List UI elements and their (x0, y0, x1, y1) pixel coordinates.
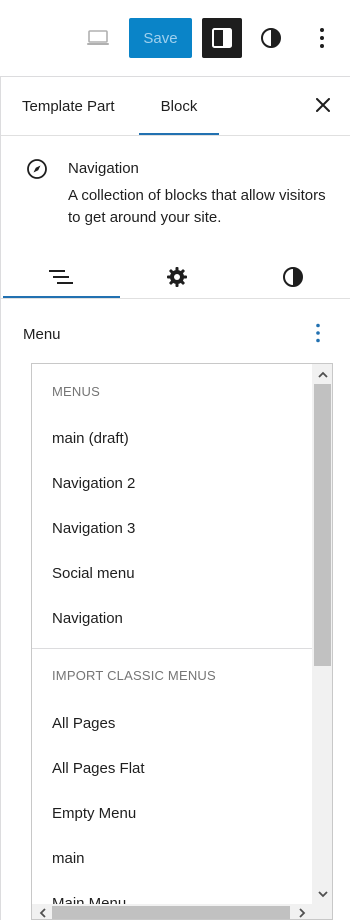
tab-template-part[interactable]: Template Part (22, 77, 115, 135)
scroll-down-button[interactable] (312, 884, 332, 904)
half-circle-icon (261, 28, 281, 48)
scroll-right-button[interactable] (292, 904, 312, 919)
vertical-scrollbar-thumb[interactable] (314, 384, 331, 666)
chevron-left-icon (39, 907, 46, 918)
menu-item[interactable]: Navigation 2 (52, 475, 135, 492)
close-sidebar-button[interactable] (309, 91, 337, 119)
menu-item[interactable]: Navigation 3 (52, 520, 135, 537)
active-tab-indicator (139, 133, 219, 135)
vertical-ellipsis-icon (316, 323, 320, 343)
editor-toolbar: Save (0, 0, 350, 76)
close-icon (316, 98, 330, 112)
laptop-icon (87, 30, 109, 45)
inspector-tabs (1, 257, 350, 299)
list-view-icon (49, 270, 73, 284)
classic-menu-item[interactable]: Main Menu (52, 895, 126, 904)
sidebar-tabs: Template Part Block (1, 77, 350, 136)
menu-item[interactable]: Social menu (52, 565, 135, 582)
block-card: Navigation A collection of blocks that a… (1, 136, 350, 236)
menu-options-button[interactable] (307, 320, 329, 346)
tab-styles[interactable] (235, 257, 350, 297)
more-options-button[interactable] (304, 20, 340, 56)
vertical-ellipsis-icon (320, 28, 324, 48)
chevron-down-icon (317, 890, 328, 897)
menu-select-dropdown: MENUS main (draft) Navigation 2 Navigati… (31, 363, 333, 920)
classic-menu-item[interactable]: All Pages Flat (52, 760, 145, 777)
menu-item[interactable]: main (draft) (52, 430, 129, 447)
dropdown-content: MENUS main (draft) Navigation 2 Navigati… (32, 364, 312, 904)
sidebar-toggle-icon (212, 28, 232, 48)
menu-item[interactable]: Navigation (52, 610, 123, 627)
active-inspector-tab-indicator (3, 296, 120, 298)
half-circle-icon (283, 267, 303, 287)
tab-list-view[interactable] (3, 257, 119, 297)
import-classic-menus-heading: IMPORT CLASSIC MENUS (52, 668, 216, 683)
tab-settings[interactable] (119, 257, 235, 297)
settings-toggle-button[interactable] (202, 18, 242, 58)
block-description: A collection of blocks that allow visito… (68, 187, 326, 226)
styles-button[interactable] (253, 20, 289, 56)
horizontal-scrollbar-thumb[interactable] (52, 906, 290, 919)
chevron-right-icon (298, 907, 305, 918)
classic-menu-item[interactable]: main (52, 850, 85, 867)
compass-icon (27, 159, 47, 179)
gear-icon (167, 267, 187, 287)
chevron-up-icon (317, 371, 328, 378)
menus-heading: MENUS (52, 384, 100, 399)
tab-block[interactable]: Block (139, 77, 219, 135)
scroll-left-button[interactable] (32, 904, 52, 919)
save-button[interactable]: Save (129, 18, 192, 58)
classic-menu-item[interactable]: Empty Menu (52, 805, 136, 822)
vertical-scrollbar[interactable] (312, 364, 332, 904)
block-title: Navigation (68, 160, 139, 177)
scroll-up-button[interactable] (312, 364, 332, 384)
horizontal-scrollbar[interactable] (32, 904, 332, 919)
menu-label: Menu (23, 326, 61, 343)
classic-menu-item[interactable]: All Pages (52, 715, 115, 732)
device-preview-button[interactable] (82, 22, 114, 54)
dropdown-divider (32, 648, 312, 649)
